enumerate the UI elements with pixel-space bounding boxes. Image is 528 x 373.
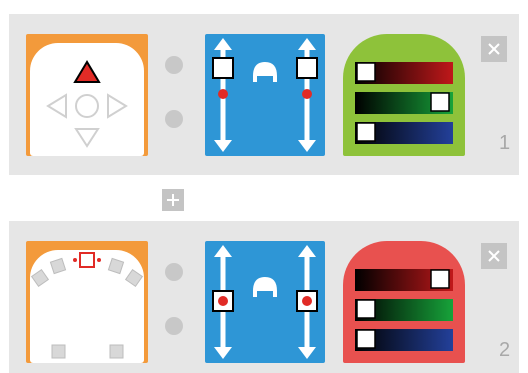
red-channel-thumb — [356, 62, 376, 82]
green-channel-slider[interactable] — [355, 92, 453, 114]
prox-sensor-right[interactable] — [107, 257, 125, 275]
green-channel-slider[interactable] — [355, 299, 453, 321]
blue-channel-slider[interactable] — [355, 122, 453, 144]
robot-top-icon — [253, 277, 277, 297]
plus-icon — [167, 194, 179, 206]
button-up-icon[interactable] — [73, 60, 101, 83]
blue-channel-thumb — [356, 329, 376, 349]
blue-channel-thumb — [356, 122, 376, 142]
button-down-icon[interactable] — [74, 128, 100, 148]
left-motor-zero-marker — [218, 296, 228, 306]
condition-dot-top[interactable] — [165, 263, 183, 281]
prox-center-dot-left — [73, 258, 77, 262]
red-channel-thumb — [430, 269, 450, 289]
blue-channel-slider[interactable] — [355, 329, 453, 351]
right-motor-zero-marker — [302, 296, 312, 306]
event-action-pair-1: 1 — [9, 14, 519, 175]
condition-dot-bottom[interactable] — [165, 317, 183, 335]
button-sensor-card[interactable] — [26, 34, 148, 156]
right-motor-zero-marker — [302, 89, 312, 99]
motors-action-card[interactable] — [205, 34, 325, 156]
proximity-sensor-card[interactable] — [26, 241, 148, 363]
remove-pair-button[interactable] — [481, 243, 507, 269]
sensor-face — [30, 43, 144, 156]
robot-top-icon — [253, 62, 277, 82]
prox-sensor-back-left[interactable] — [51, 344, 66, 359]
pair-number: 2 — [499, 339, 511, 361]
close-icon — [488, 250, 500, 262]
red-channel-slider[interactable] — [355, 269, 453, 291]
motors-action-card[interactable] — [205, 241, 325, 363]
right-motor-slider[interactable] — [296, 38, 318, 152]
right-motor-slider[interactable] — [296, 245, 318, 359]
left-motor-thumb — [212, 57, 234, 79]
prox-sensor-center[interactable] — [79, 252, 95, 268]
button-left-icon[interactable] — [46, 93, 67, 119]
red-channel-slider[interactable] — [355, 62, 453, 84]
remove-pair-button[interactable] — [481, 36, 507, 62]
button-center-icon[interactable] — [75, 94, 99, 118]
green-channel-thumb — [356, 299, 376, 319]
event-action-pair-2: 2 — [9, 221, 519, 373]
left-motor-slider[interactable] — [212, 245, 234, 359]
add-pair-button[interactable] — [162, 189, 184, 211]
prox-sensor-left[interactable] — [49, 257, 67, 275]
color-led-action-card[interactable] — [343, 241, 465, 363]
color-led-action-card[interactable] — [343, 34, 465, 156]
prox-center-dot-right — [97, 258, 101, 262]
sensor-face — [30, 250, 144, 363]
prox-sensor-far-right[interactable] — [124, 268, 144, 288]
prox-sensor-back-right[interactable] — [109, 344, 124, 359]
button-right-icon[interactable] — [107, 93, 128, 119]
condition-dot-top[interactable] — [165, 56, 183, 74]
prox-sensor-far-left[interactable] — [30, 268, 50, 288]
green-channel-thumb — [430, 92, 450, 112]
left-motor-slider[interactable] — [212, 38, 234, 152]
close-icon — [488, 43, 500, 55]
pair-number: 1 — [499, 132, 511, 154]
condition-dot-bottom[interactable] — [165, 110, 183, 128]
right-motor-thumb — [296, 57, 318, 79]
left-motor-zero-marker — [218, 89, 228, 99]
